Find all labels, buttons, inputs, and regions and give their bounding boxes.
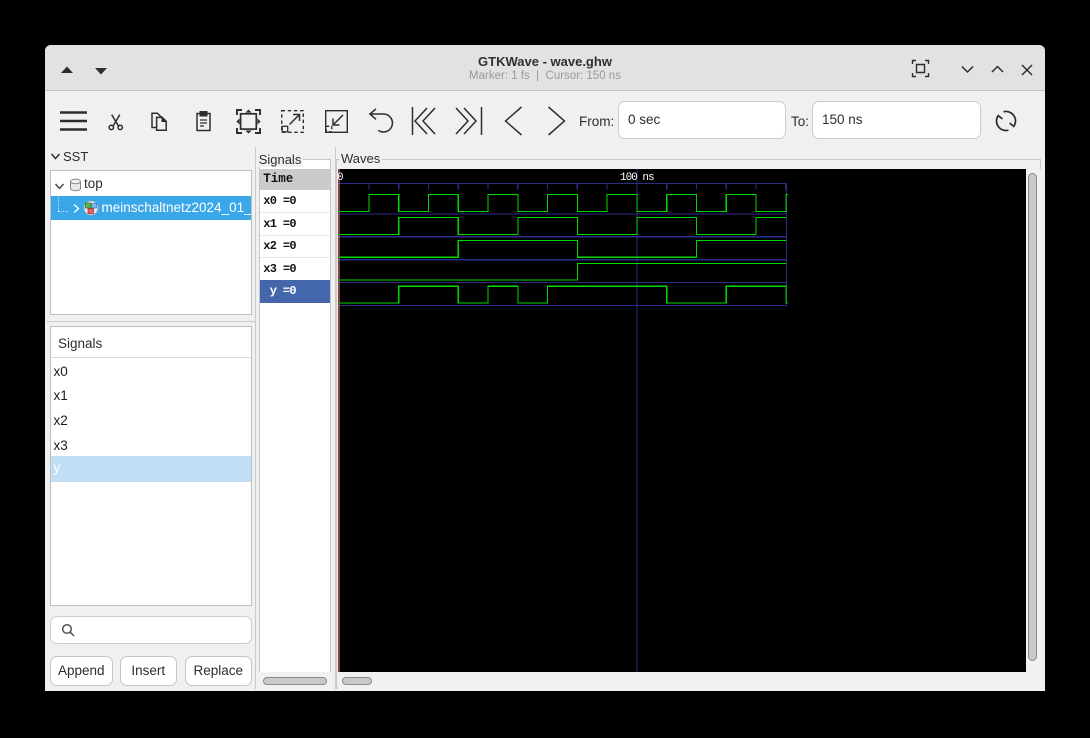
svg-text:100 ns: 100 ns bbox=[620, 172, 654, 184]
svg-text:0: 0 bbox=[338, 172, 343, 184]
